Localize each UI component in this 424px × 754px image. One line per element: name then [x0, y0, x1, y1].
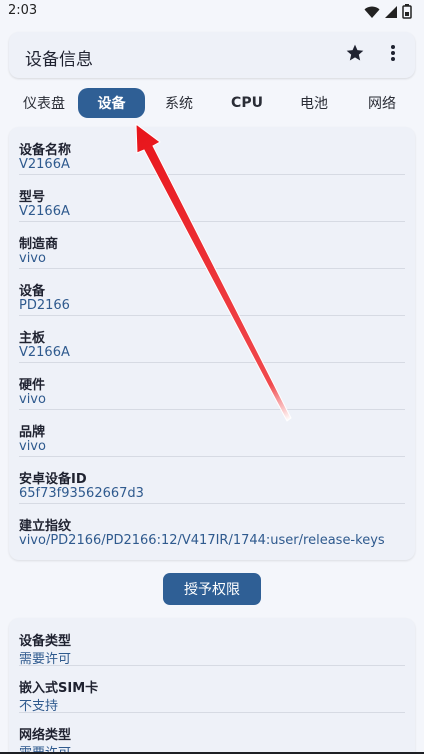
page-title: 设备信息 — [25, 50, 93, 70]
divider — [19, 712, 405, 713]
info-value: 65f73f93562667d3 — [19, 486, 144, 501]
tab-battery[interactable]: 电池 — [290, 88, 338, 118]
info-label: 建立指纹 — [19, 519, 72, 534]
info-label: 设备 — [19, 284, 46, 299]
info-row-android-id: 安卓设备ID 65f73f93562667d3 — [19, 458, 405, 504]
status-bar: 2:03 — [0, 0, 424, 24]
info-label: 设备名称 — [19, 143, 72, 158]
app-bar: 设备信息 — [9, 32, 415, 78]
divider — [19, 665, 405, 666]
info-label: 安卓设备ID — [19, 472, 87, 487]
info-value: vivo — [19, 439, 46, 454]
divider — [19, 503, 405, 504]
info-row-model: 型号 V2166A — [19, 176, 405, 222]
info-value: V2166A — [19, 157, 70, 172]
info-value: V2166A — [19, 204, 70, 219]
info-value: vivo — [19, 392, 46, 407]
tab-system[interactable]: 系统 — [152, 88, 206, 118]
tab-cpu[interactable]: CPU — [222, 88, 272, 118]
tab-device[interactable]: 设备 — [78, 88, 145, 118]
grant-permission-button[interactable]: 授予权限 — [163, 573, 261, 605]
status-icons — [364, 4, 412, 23]
divider — [19, 362, 405, 363]
info-row-network-type: 网络类型 需要许可 — [19, 714, 405, 754]
info-row-esim: 嵌入式SIM卡 不支持 — [19, 667, 405, 714]
info-label: 设备类型 — [19, 634, 72, 649]
info-label: 型号 — [19, 190, 46, 205]
info-row-brand: 品牌 vivo — [19, 411, 405, 457]
info-row-board: 主板 V2166A — [19, 317, 405, 363]
info-row-manufacturer: 制造商 vivo — [19, 223, 405, 269]
device-info-card: 设备名称 V2166A 型号 V2166A 制造商 vivo 设备 PD2166… — [9, 127, 415, 560]
divider — [19, 456, 405, 457]
info-row-device-type: 设备类型 需要许可 — [19, 620, 405, 667]
info-label: 嵌入式SIM卡 — [19, 681, 99, 696]
signal-icon — [384, 4, 398, 23]
info-row-hardware: 硬件 vivo — [19, 364, 405, 410]
info-label: 主板 — [19, 331, 46, 346]
info-label: 硬件 — [19, 378, 46, 393]
divider — [19, 174, 405, 175]
tab-network[interactable]: 网络 — [356, 88, 408, 118]
more-vert-icon — [390, 44, 396, 66]
wifi-icon — [364, 4, 380, 23]
info-row-device-name: 设备名称 V2166A — [19, 129, 405, 175]
divider — [19, 315, 405, 316]
status-time: 2:03 — [8, 3, 38, 18]
divider — [19, 268, 405, 269]
star-icon — [345, 43, 365, 67]
info-row-fingerprint: 建立指纹 vivo/PD2166/PD2166:12/V417IR/1744:u… — [19, 505, 405, 551]
divider — [19, 409, 405, 410]
divider — [19, 221, 405, 222]
tab-bar: 仪表盘 设备 系统 CPU 电池 网络 — [0, 88, 424, 118]
info-value: vivo/PD2166/PD2166:12/V417IR/1744:user/r… — [19, 533, 385, 548]
permission-info-card: 设备类型 需要许可 嵌入式SIM卡 不支持 网络类型 需要许可 — [9, 618, 415, 754]
info-label: 网络类型 — [19, 728, 72, 743]
info-row-device: 设备 PD2166 — [19, 270, 405, 316]
favorite-button[interactable] — [343, 43, 367, 67]
more-options-button[interactable] — [383, 43, 403, 67]
tab-dashboard[interactable]: 仪表盘 — [16, 88, 72, 118]
info-value: V2166A — [19, 345, 70, 360]
battery-icon — [402, 4, 412, 23]
info-label: 制造商 — [19, 237, 59, 252]
info-value: PD2166 — [19, 298, 70, 313]
info-value: vivo — [19, 251, 46, 266]
info-label: 品牌 — [19, 425, 46, 440]
